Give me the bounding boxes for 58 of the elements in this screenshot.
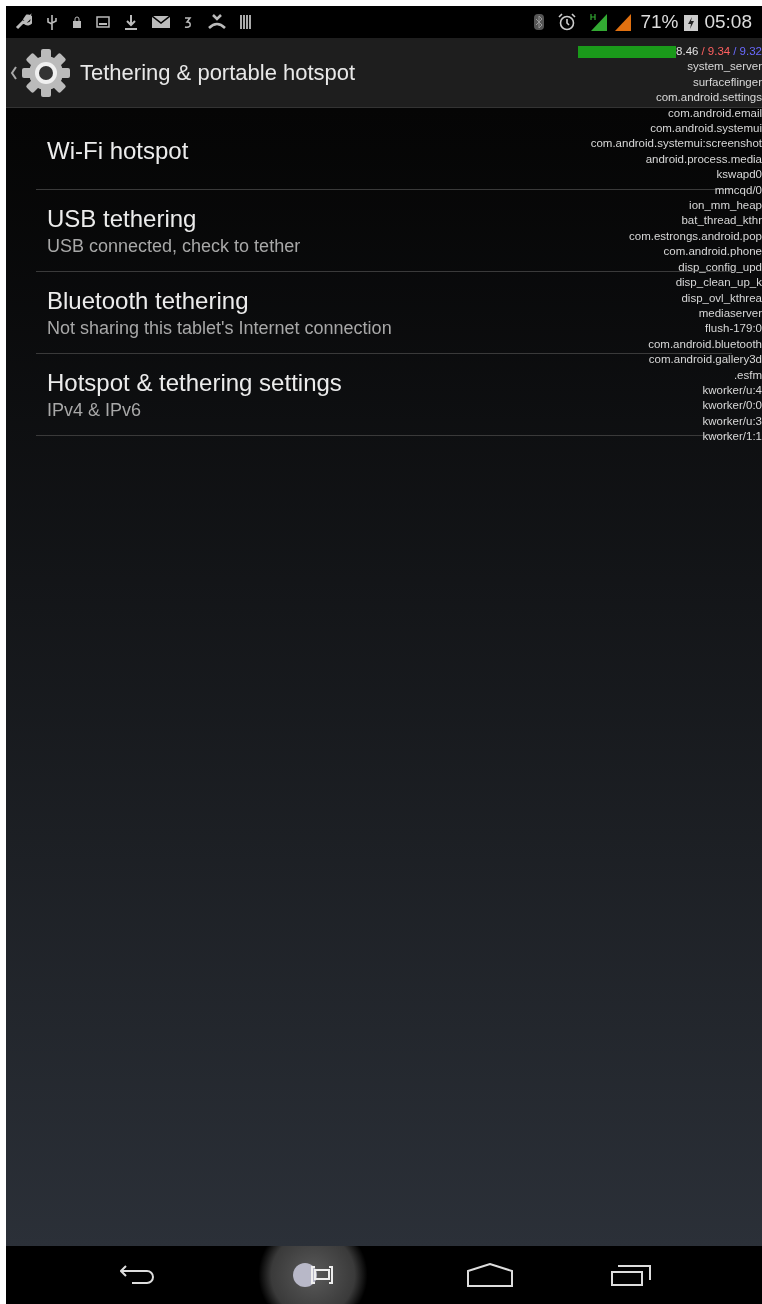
home-icon bbox=[466, 1263, 513, 1287]
wrench-icon bbox=[14, 13, 32, 31]
process-name: disp_ovl_kthrea bbox=[681, 290, 762, 306]
alarm-icon bbox=[558, 13, 577, 31]
load-average: 8.46 bbox=[676, 44, 699, 59]
process-name: mmcqd/0 bbox=[714, 182, 762, 198]
download-icon bbox=[124, 14, 138, 30]
process-name: android.process.media bbox=[645, 151, 762, 167]
process-name: kworker/u:3 bbox=[702, 413, 762, 429]
preference-title: USB tethering bbox=[47, 203, 197, 234]
process-name: com.android.systemui bbox=[650, 121, 762, 137]
process-name: com.android.bluetooth bbox=[648, 336, 762, 352]
signal-icon bbox=[590, 13, 609, 31]
settings-icon bbox=[20, 46, 72, 99]
process-name: surfaceflinger bbox=[692, 74, 762, 90]
process-name: kworker/1:1 bbox=[702, 429, 762, 445]
process-name: kswapd0 bbox=[716, 167, 762, 183]
process-name: disp_clean_up_k bbox=[675, 275, 762, 291]
preference-summary: USB connected, check to tether bbox=[47, 234, 301, 258]
preference-summary: IPv4 & IPv6 bbox=[47, 398, 142, 422]
process-name: com.android.systemui:screenshot bbox=[590, 136, 762, 152]
lock-icon bbox=[72, 16, 82, 28]
screenshot-icon bbox=[311, 1266, 334, 1284]
barcode-icon bbox=[240, 14, 252, 30]
process-name: flush-179:0 bbox=[705, 321, 762, 337]
clock: 05:08 bbox=[704, 9, 753, 34]
load-average: / 9.34 bbox=[701, 44, 731, 59]
process-name: com.android.phone bbox=[663, 244, 762, 260]
process-name: com.estrongs.android.pop bbox=[629, 228, 762, 244]
process-name: ion_mm_heap bbox=[689, 198, 762, 214]
bluetooth-icon bbox=[534, 14, 545, 30]
process-name: kworker/0:0 bbox=[702, 398, 762, 414]
preference-title: Wi-Fi hotspot bbox=[47, 135, 189, 166]
mail-icon bbox=[152, 16, 170, 28]
back-chevron-icon bbox=[10, 65, 18, 80]
usb-icon bbox=[46, 13, 58, 31]
battery-percentage: 71% bbox=[640, 9, 679, 34]
load-average: / 9.32 bbox=[733, 44, 762, 59]
missed-call-icon bbox=[208, 14, 226, 30]
process-name: com.android.email bbox=[668, 105, 762, 121]
process-name: system_server bbox=[687, 59, 762, 75]
process-name: .esfm bbox=[733, 367, 762, 383]
preference-summary: Not sharing this tablet's Internet connection bbox=[47, 316, 392, 340]
battery-charging-icon bbox=[684, 13, 699, 31]
back-icon bbox=[119, 1264, 154, 1286]
process-name: com.android.gallery3d bbox=[648, 352, 762, 368]
process-name: kworker/u:4 bbox=[702, 382, 762, 398]
signal-icon bbox=[614, 13, 633, 31]
screen-title: Tethering & portable hotspot bbox=[80, 59, 356, 87]
process-name: disp_config_upd bbox=[678, 259, 762, 275]
picture-icon bbox=[96, 16, 110, 28]
process-name: bat_thread_kthr bbox=[681, 213, 762, 229]
process-name: mediaserver bbox=[698, 305, 762, 321]
preference-title: Bluetooth tethering bbox=[47, 285, 249, 316]
signal-3g-icon bbox=[184, 15, 194, 29]
preference-title: Hotspot & tethering settings bbox=[47, 367, 342, 398]
recent-apps-icon bbox=[610, 1263, 653, 1287]
process-name: com.android.settings bbox=[655, 90, 762, 106]
